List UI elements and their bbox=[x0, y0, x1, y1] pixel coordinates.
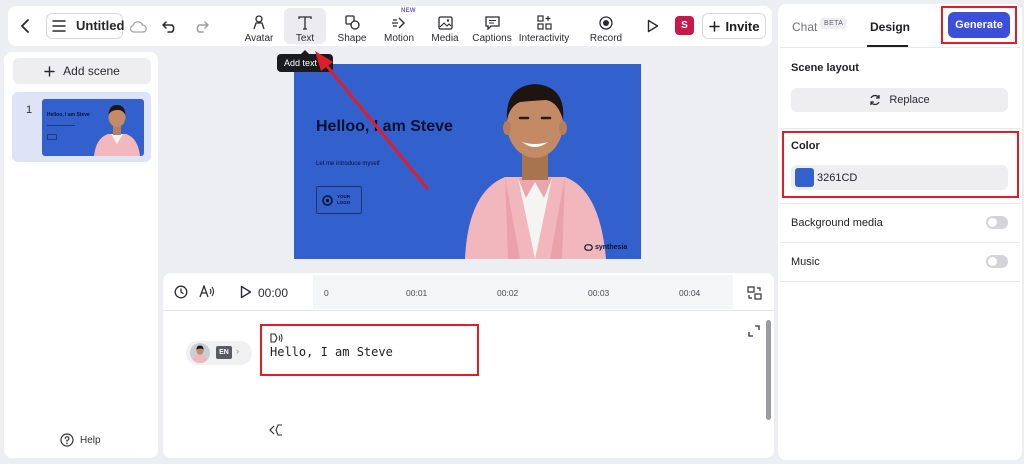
help-link[interactable]: Help bbox=[60, 433, 101, 447]
timeline-play-icon[interactable] bbox=[239, 285, 253, 299]
beta-badge: BETA bbox=[820, 18, 848, 29]
timeline-tick: 00:04 bbox=[679, 288, 701, 298]
shape-icon bbox=[344, 15, 360, 30]
highlight-script bbox=[260, 324, 479, 376]
slide-subtitle[interactable]: Let me introduce myself bbox=[316, 161, 380, 167]
record-icon bbox=[599, 16, 613, 30]
tool-captions[interactable]: Captions bbox=[471, 8, 513, 44]
slide-title[interactable]: Helloo, I am Steve bbox=[316, 118, 453, 136]
tool-label: Record bbox=[589, 33, 623, 44]
logo-placeholder[interactable]: YOUR LOGO bbox=[316, 186, 362, 214]
timeline-ruler[interactable] bbox=[313, 275, 733, 309]
tool-media[interactable]: Media bbox=[426, 8, 464, 44]
script-scrollbar[interactable] bbox=[766, 320, 771, 420]
invite-label: Invite bbox=[725, 18, 760, 34]
cloud-sync-icon bbox=[129, 17, 147, 35]
thumbnail-logo bbox=[47, 134, 57, 140]
timeline-current-time: 00:00 bbox=[258, 286, 289, 300]
add-scene-label: Add scene bbox=[63, 64, 120, 78]
replace-layout-button[interactable]: Replace bbox=[791, 88, 1008, 112]
plus-icon bbox=[708, 20, 720, 32]
tool-avatar[interactable]: Avatar bbox=[239, 8, 279, 44]
thumbnail-avatar bbox=[94, 105, 140, 156]
background-media-label: Background media bbox=[791, 217, 883, 229]
back-arrow-icon[interactable] bbox=[14, 15, 36, 37]
add-text-tooltip: Add text T bbox=[277, 50, 333, 72]
logo-mark-icon bbox=[322, 194, 333, 206]
avatar-icon bbox=[253, 15, 265, 30]
divider bbox=[780, 203, 1020, 204]
motion-icon bbox=[392, 17, 405, 29]
refresh-icon bbox=[870, 94, 880, 106]
expand-icon[interactable] bbox=[748, 324, 760, 337]
help-icon bbox=[60, 433, 74, 447]
undo-icon[interactable] bbox=[160, 16, 180, 36]
timeline-tick: 00:02 bbox=[497, 288, 519, 298]
thumbnail-subtitle-line bbox=[47, 125, 75, 126]
scene-canvas[interactable]: Helloo, I am Steve Let me introduce myse… bbox=[294, 64, 641, 259]
tool-label: Shape bbox=[337, 33, 367, 44]
clock-icon[interactable] bbox=[174, 285, 188, 299]
add-scene-button[interactable]: Add scene bbox=[13, 58, 151, 84]
music-label: Music bbox=[791, 256, 820, 268]
timeline-tick: 00:03 bbox=[588, 288, 610, 298]
scene-thumbnail[interactable]: Helloo, I am Steve bbox=[42, 99, 144, 156]
logo-text-line2: LOGO bbox=[337, 200, 351, 205]
redo-icon[interactable] bbox=[191, 16, 211, 36]
collapse-panel-icon[interactable] bbox=[269, 423, 284, 436]
tab-chat[interactable]: Chat bbox=[792, 20, 817, 34]
tooltip-shortcut: T bbox=[320, 58, 326, 68]
tool-label: Captions bbox=[472, 33, 512, 44]
divider bbox=[780, 128, 1020, 129]
highlight-generate bbox=[941, 6, 1017, 44]
synthesia-logo-icon bbox=[584, 244, 593, 251]
synthesia-watermark: synthesia bbox=[584, 244, 627, 251]
tool-label: Interactivity bbox=[518, 33, 570, 44]
tab-design[interactable]: Design bbox=[870, 20, 910, 34]
background-media-toggle[interactable] bbox=[986, 216, 1008, 229]
text-icon bbox=[298, 16, 312, 30]
tool-shape[interactable]: Shape bbox=[333, 8, 371, 44]
preview-play-icon[interactable] bbox=[643, 16, 663, 36]
timeline-tick: 0 bbox=[324, 288, 329, 298]
tool-label: Motion bbox=[383, 33, 414, 44]
split-view-icon[interactable] bbox=[747, 285, 762, 300]
scene-number: 1 bbox=[26, 104, 33, 116]
tool-label: Avatar bbox=[244, 33, 274, 44]
interactivity-icon bbox=[536, 15, 552, 30]
divider bbox=[780, 281, 1020, 282]
chevron-right-icon: › bbox=[236, 346, 239, 356]
divider bbox=[780, 242, 1020, 243]
voice-settings-icon[interactable] bbox=[199, 285, 215, 298]
music-toggle[interactable] bbox=[986, 255, 1008, 268]
tool-label: Text bbox=[295, 33, 315, 44]
tool-label: Media bbox=[431, 33, 459, 44]
invite-button[interactable]: Invite bbox=[702, 13, 766, 39]
tool-text[interactable]: Text bbox=[284, 8, 326, 44]
timeline-tick: 00:01 bbox=[406, 288, 428, 298]
thumbnail-title: Helloo, I am Steve bbox=[47, 112, 90, 118]
help-label: Help bbox=[80, 434, 101, 446]
tooltip-label: Add text bbox=[284, 58, 318, 68]
media-icon bbox=[437, 16, 453, 30]
language-badge: EN bbox=[216, 346, 232, 359]
tool-interactivity[interactable]: Interactivity bbox=[518, 8, 570, 44]
watermark-text: synthesia bbox=[595, 244, 628, 251]
replace-label: Replace bbox=[889, 94, 930, 106]
highlight-color bbox=[782, 131, 1019, 198]
chip-avatar bbox=[190, 343, 210, 363]
tool-record[interactable]: Record bbox=[586, 8, 626, 44]
captions-icon bbox=[484, 16, 500, 30]
scene-layout-label: Scene layout bbox=[791, 62, 859, 74]
divider bbox=[780, 47, 1020, 48]
project-title[interactable]: Untitled bbox=[76, 18, 124, 33]
presenter-avatar[interactable] bbox=[460, 74, 610, 259]
user-avatar[interactable]: S bbox=[675, 16, 694, 35]
plus-icon bbox=[44, 65, 55, 77]
hamburger-menu-icon[interactable] bbox=[52, 19, 66, 33]
tool-motion[interactable]: Motion bbox=[380, 8, 418, 44]
